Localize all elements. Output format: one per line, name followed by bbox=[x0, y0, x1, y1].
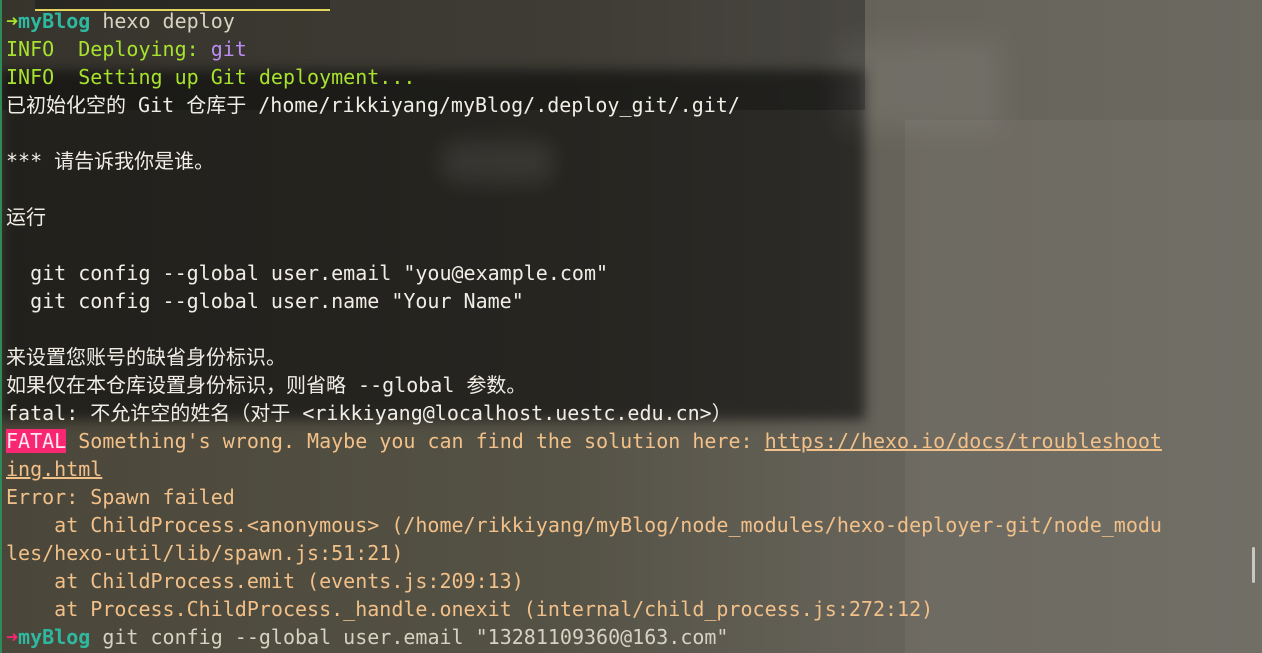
info-tag: INFO bbox=[6, 37, 55, 61]
terminal-output[interactable]: ➜myBlog hexo deploy INFO Deploying: git … bbox=[6, 7, 1258, 651]
log-line-error: Error: Spawn failed bbox=[6, 485, 235, 509]
log-line-fatal-cont: ing.html bbox=[6, 455, 1258, 483]
stack-line-2: at ChildProcess.emit (events.js:209:13) bbox=[6, 569, 524, 593]
log-line-fatal: FATAL Something's wrong. Maybe you can f… bbox=[6, 427, 1258, 455]
command-text: hexo deploy bbox=[102, 9, 235, 33]
log-line-only-repo: 如果仅在本仓库设置身份标识，则省略 --global 参数。 bbox=[6, 373, 527, 397]
window-left-edge bbox=[0, 0, 2, 653]
deploying-label: Deploying: bbox=[78, 37, 211, 61]
log-line-git-email: git config --global user.email "you@exam… bbox=[6, 261, 609, 285]
prompt-arrow-icon: ➜ bbox=[6, 9, 19, 33]
troubleshoot-link[interactable]: https://hexo.io/docs/troubleshoot bbox=[765, 429, 1162, 453]
prompt-directory: myBlog bbox=[18, 625, 91, 649]
setup-text: Setting up Git deployment... bbox=[78, 65, 416, 89]
prompt-line-2: ➜myBlog git config --global user.email "… bbox=[6, 623, 1258, 651]
prompt-directory: myBlog bbox=[18, 9, 91, 33]
prompt-line-1: ➜myBlog hexo deploy bbox=[6, 7, 1258, 35]
log-line-fatal-empty: fatal: 不允许空的姓名（对于 <rikkiyang@localhost.u… bbox=[6, 401, 732, 425]
stack-line-3: at Process.ChildProcess._handle.onexit (… bbox=[6, 597, 934, 621]
log-line-tell-me: *** 请告诉我你是谁。 bbox=[6, 149, 215, 173]
log-line-set-identity: 来设置您账号的缺省身份标识。 bbox=[6, 345, 286, 369]
deploying-value: git bbox=[210, 37, 247, 61]
stack-line-1: at ChildProcess.<anonymous> (/home/rikki… bbox=[6, 513, 1162, 537]
info-tag: INFO bbox=[6, 65, 55, 89]
log-line-run: 运行 bbox=[6, 205, 46, 229]
troubleshoot-link-cont[interactable]: ing.html bbox=[6, 457, 102, 481]
fatal-badge: FATAL bbox=[6, 429, 67, 453]
fatal-message: Something's wrong. Maybe you can find th… bbox=[66, 429, 765, 453]
log-line-git-name: git config --global user.name "Your Name… bbox=[6, 289, 524, 313]
prompt-arrow-icon: ➜ bbox=[6, 625, 19, 649]
stack-line-1-cont: les/hexo-util/lib/spawn.js:51:21) bbox=[6, 541, 404, 565]
log-line-init-repo: 已初始化空的 Git 仓库于 /home/rikkiyang/myBlog/.d… bbox=[6, 93, 740, 117]
log-line-deploying: INFO Deploying: git bbox=[6, 35, 1258, 63]
log-line-setup: INFO Setting up Git deployment... bbox=[6, 63, 1258, 91]
command-text: git config --global user.email "13281109… bbox=[102, 625, 729, 649]
